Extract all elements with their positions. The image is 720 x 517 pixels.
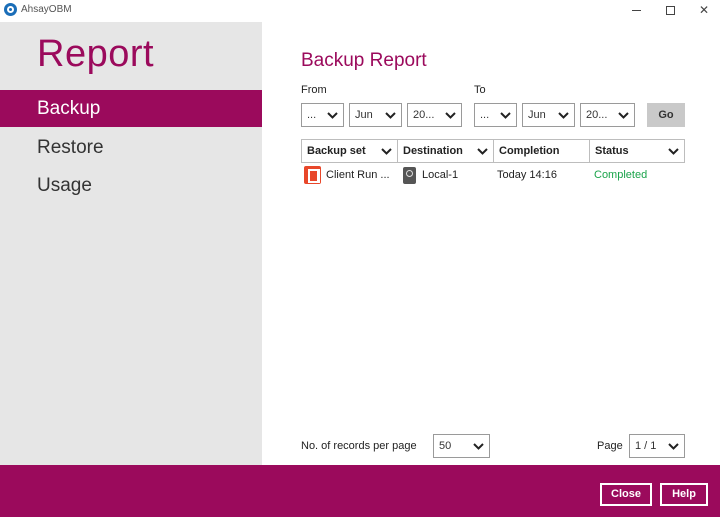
chevron-down-icon — [668, 148, 679, 155]
column-header-status[interactable]: Status — [590, 140, 684, 162]
close-button[interactable]: Close — [600, 483, 652, 506]
from-day-select[interactable]: ... — [301, 103, 344, 127]
table-header: Backup set Destination Completion Status — [301, 139, 685, 163]
to-day-select[interactable]: ... — [474, 103, 517, 127]
page-select[interactable]: 1 / 1 — [629, 434, 685, 458]
footer-bar: Close Help — [0, 465, 720, 517]
column-label: Completion — [499, 145, 560, 157]
chevron-down-icon — [558, 112, 569, 119]
maximize-icon — [665, 5, 675, 15]
window-close-button[interactable]: ✕ — [686, 0, 720, 20]
minimize-icon — [631, 9, 641, 11]
cell-completion: Today 14:16 — [497, 169, 557, 181]
records-per-page-value: 50 — [439, 440, 452, 452]
column-label: Status — [595, 145, 629, 157]
to-year-value: 20... — [586, 109, 608, 121]
to-month-select[interactable]: Jun — [522, 103, 575, 127]
cell-backup-set: Client Run ... — [326, 169, 390, 181]
minimize-button[interactable] — [618, 0, 654, 20]
column-label: Destination — [403, 145, 463, 157]
from-month-select[interactable]: Jun — [349, 103, 402, 127]
cell-status: Completed — [594, 169, 648, 181]
chevron-down-icon — [477, 148, 488, 155]
to-year-select[interactable]: 20... — [580, 103, 635, 127]
ahsay-logo-icon — [4, 3, 17, 16]
chevron-down-icon — [473, 443, 484, 450]
sidebar: Report Backup Restore Usage — [0, 22, 262, 465]
main-panel: Backup Report From To ... Jun 20... ... … — [262, 22, 720, 465]
column-header-backup-set[interactable]: Backup set — [302, 140, 397, 162]
to-day-value: ... — [480, 109, 490, 121]
chevron-down-icon — [327, 112, 338, 119]
from-year-value: 20... — [413, 109, 435, 121]
chevron-down-icon — [668, 443, 679, 450]
chevron-down-icon — [381, 148, 392, 155]
local-drive-icon — [403, 167, 416, 184]
chevron-down-icon — [445, 112, 456, 119]
from-month-value: Jun — [355, 109, 373, 121]
page-value: 1 / 1 — [635, 440, 657, 452]
table-row[interactable]: Client Run ... Local-1 Today 14:16 Compl… — [301, 163, 685, 187]
column-header-destination[interactable]: Destination — [398, 140, 493, 162]
sidebar-item-backup[interactable]: Backup — [0, 90, 262, 127]
page-title: Backup Report — [301, 50, 427, 71]
records-per-page-label: No. of records per page — [301, 440, 417, 452]
title-bar: AhsayOBM ✕ — [0, 0, 720, 20]
office365-icon — [304, 166, 321, 184]
column-label: Backup set — [307, 145, 366, 157]
column-header-completion[interactable]: Completion — [494, 140, 589, 162]
sidebar-item-restore[interactable]: Restore — [0, 129, 262, 166]
help-button[interactable]: Help — [660, 483, 708, 506]
page-label: Page — [597, 440, 623, 452]
chevron-down-icon — [500, 112, 511, 119]
close-icon: ✕ — [698, 3, 710, 17]
maximize-button[interactable] — [652, 0, 688, 20]
sidebar-item-usage[interactable]: Usage — [0, 167, 262, 204]
from-day-value: ... — [307, 109, 317, 121]
from-label: From — [301, 84, 327, 96]
window-title: AhsayOBM — [21, 4, 72, 15]
to-label: To — [474, 84, 486, 96]
chevron-down-icon — [618, 112, 629, 119]
from-year-select[interactable]: 20... — [407, 103, 462, 127]
go-button[interactable]: Go — [647, 103, 685, 127]
cell-destination: Local-1 — [422, 169, 459, 181]
sidebar-title: Report — [37, 33, 155, 75]
records-per-page-select[interactable]: 50 — [433, 434, 490, 458]
chevron-down-icon — [385, 112, 396, 119]
to-month-value: Jun — [528, 109, 546, 121]
